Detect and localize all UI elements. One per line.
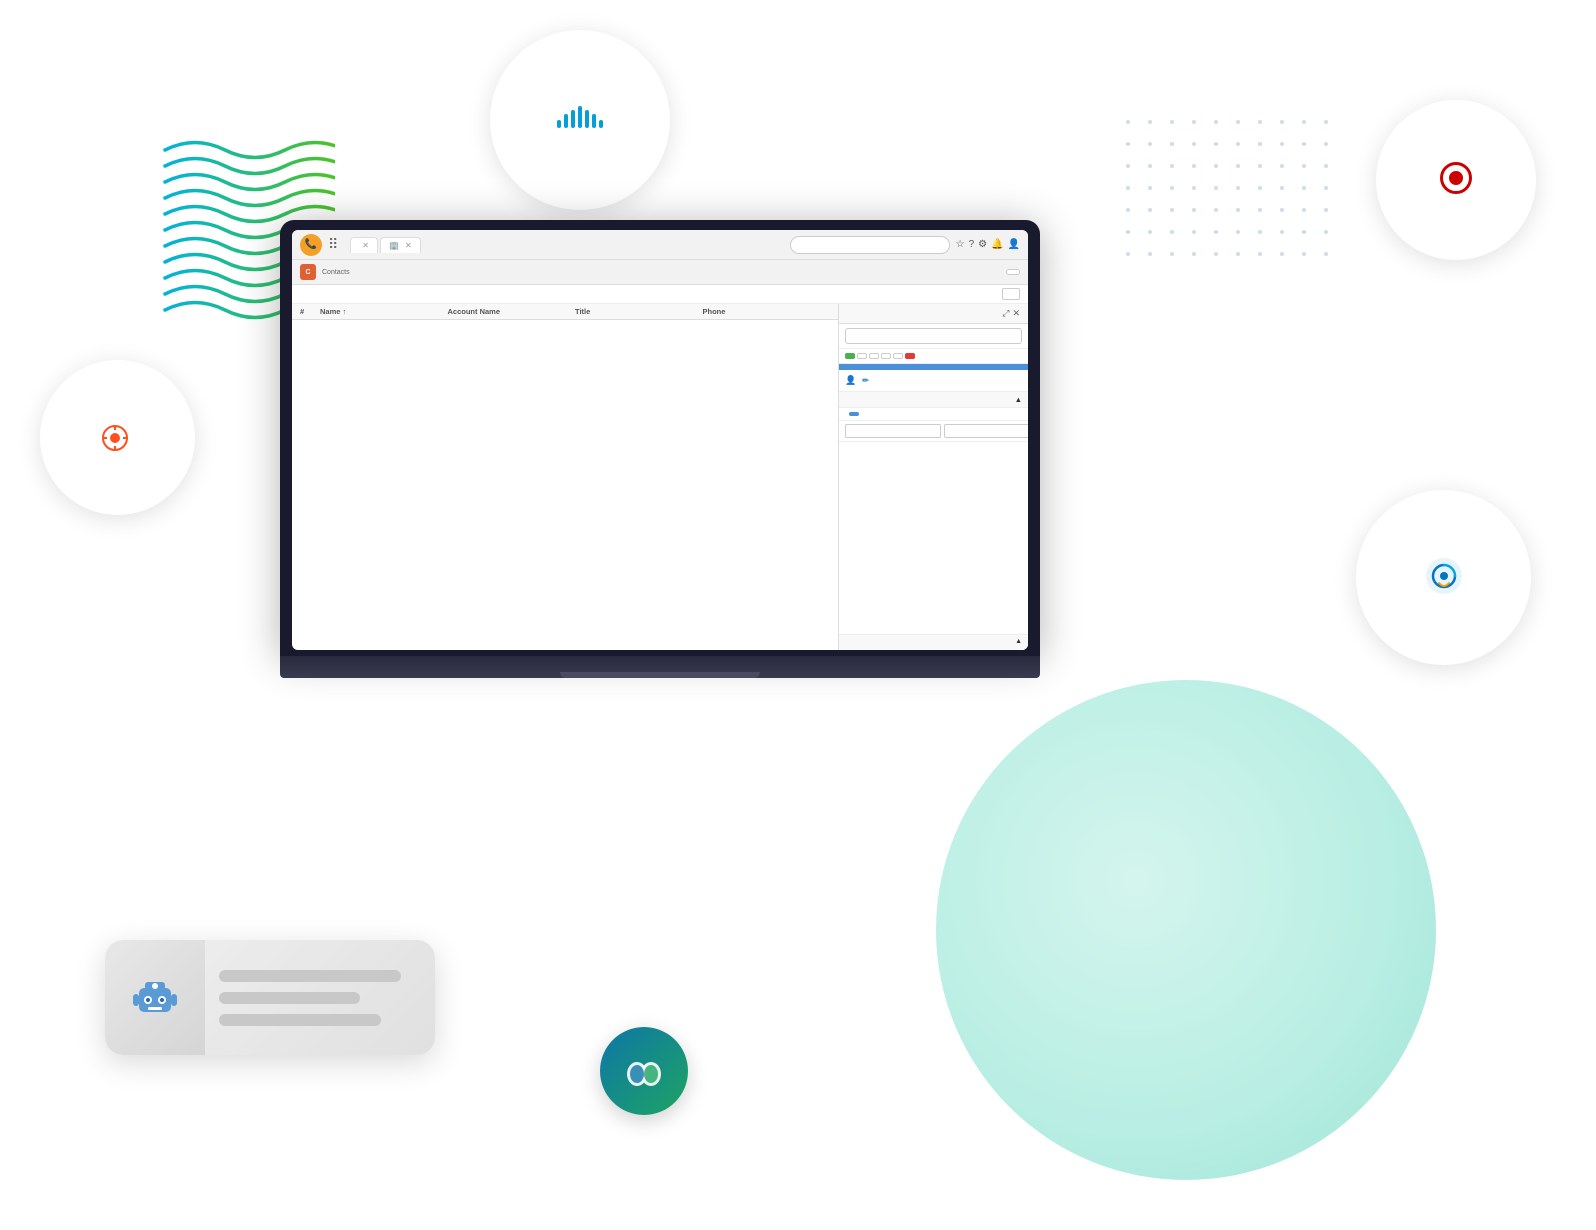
sf-star-icon[interactable]: ☆ xyxy=(956,239,965,250)
sf-settings-icon[interactable]: ⚙ xyxy=(978,239,987,250)
sf-bell-icon[interactable]: 🔔 xyxy=(991,239,1003,250)
cti-state-select[interactable] xyxy=(944,424,1028,438)
cti-agent-list xyxy=(839,442,1028,634)
cti-chevron-icon[interactable]: ▲ xyxy=(1015,395,1022,404)
sf-filter-row xyxy=(292,285,1028,304)
genesys-brand-circle xyxy=(40,360,195,515)
cti-queue-title: ▲ xyxy=(845,638,1022,645)
salesforce-ui: 📞 ⠿ ✕ 🏢 ✕ xyxy=(292,230,1028,650)
sf-tab-bar: ✕ 🏢 ✕ xyxy=(350,237,783,253)
laptop-base xyxy=(280,656,1040,678)
dots-decoration: const grid = document.querySelector('.do… xyxy=(1126,120,1346,300)
cti-golden-btn[interactable] xyxy=(881,353,891,359)
laptop-screen-frame: 📞 ⠿ ✕ 🏢 ✕ xyxy=(280,220,1040,656)
robot-line-3 xyxy=(219,1014,381,1026)
sf-inline-search[interactable] xyxy=(1002,288,1020,300)
sf-grid-icon: ⠿ xyxy=(328,236,338,253)
robot-line-1 xyxy=(219,970,401,982)
sf-table: # Name ↑ Account Name Title Phone xyxy=(292,304,838,650)
cti-expand-icon[interactable]: ⤢ xyxy=(1002,308,1009,319)
sf-col-name[interactable]: Name ↑ xyxy=(320,307,448,316)
robot-card-lines xyxy=(205,952,435,1044)
cti-transfer-btn[interactable] xyxy=(869,353,879,359)
sf-content-area: # Name ↑ Account Name Title Phone xyxy=(292,304,1028,650)
sf-tab-dickenson-icon: 🏢 xyxy=(389,241,399,250)
cti-agent-search-input[interactable] xyxy=(845,424,941,438)
sf-nav-icons: ☆ ? ⚙ 🔔 👤 xyxy=(956,239,1020,250)
sf-avatar-icon[interactable]: 👤 xyxy=(1008,239,1020,250)
sf-contacts-panel: # Name ↑ Account Name Title Phone xyxy=(292,304,838,650)
sf-breadcrumb: Contacts xyxy=(322,269,350,276)
sf-tab-dickenson-close[interactable]: ✕ xyxy=(405,241,412,250)
genesys-icon xyxy=(101,424,129,452)
sf-search-input[interactable] xyxy=(790,236,950,254)
cti-end-btn[interactable] xyxy=(905,353,915,359)
sf-tab-contacts-close[interactable]: ✕ xyxy=(362,241,369,250)
sf-col-phone[interactable]: Phone xyxy=(703,307,831,316)
scene: const grid = document.querySelector('.do… xyxy=(0,0,1596,1230)
sf-top-nav: 📞 ⠿ ✕ 🏢 ✕ xyxy=(292,230,1028,260)
cti-search xyxy=(839,324,1028,349)
sf-col-title[interactable]: Title xyxy=(575,307,703,316)
sf-tab-dickenson[interactable]: 🏢 ✕ xyxy=(380,237,421,253)
laptop: 📞 ⠿ ✕ 🏢 ✕ xyxy=(280,220,1040,678)
sf-cti-panel: ⤢ ✕ xyxy=(838,304,1028,650)
amazon-connect-icon xyxy=(1423,555,1465,597)
cti-contact-name: 👤 ✏ xyxy=(845,375,1022,386)
cti-consult-btn[interactable] xyxy=(857,353,867,359)
webex-badge xyxy=(600,1027,688,1115)
sf-help-icon[interactable]: ? xyxy=(969,239,975,250)
robot-icon-box xyxy=(105,940,205,1055)
sf-contacts-header: C Contacts xyxy=(292,260,1028,285)
cti-associate-btn[interactable] xyxy=(893,353,903,359)
robot-icon xyxy=(129,972,181,1024)
sf-new-button[interactable] xyxy=(1006,269,1020,275)
cti-header-icons: ⤢ ✕ xyxy=(1002,308,1020,319)
sf-tab-contacts[interactable]: ✕ xyxy=(350,237,378,253)
cti-team-filters xyxy=(839,408,1028,421)
cti-queue-section: ▲ xyxy=(839,634,1028,650)
sf-col-account[interactable]: Account Name xyxy=(448,307,576,316)
cti-close-icon[interactable]: ✕ xyxy=(1012,308,1020,319)
sf-phone-icon: 📞 xyxy=(300,234,322,256)
sf-col-num: # xyxy=(300,307,320,316)
cti-hold-btn[interactable] xyxy=(845,353,855,359)
laptop-screen: 📞 ⠿ ✕ 🏢 ✕ xyxy=(292,230,1028,650)
cti-agent-search-row xyxy=(839,421,1028,442)
sf-table-header: # Name ↑ Account Name Title Phone xyxy=(292,304,838,320)
cti-action-buttons xyxy=(839,349,1028,364)
cti-queue-chevron[interactable]: ▲ xyxy=(1015,638,1022,645)
cti-team-stats-title: ▲ xyxy=(839,392,1028,408)
cti-header: ⤢ ✕ xyxy=(839,304,1028,324)
cisco-brand-circle xyxy=(490,30,670,210)
cti-search-input[interactable] xyxy=(845,328,1022,344)
robot-card xyxy=(105,940,435,1055)
cti-contact-card: 👤 ✏ xyxy=(839,370,1028,392)
cti-view-stats-btn[interactable] xyxy=(849,412,859,416)
amazon-connect-brand-circle xyxy=(1356,490,1531,665)
sf-contacts-icon: C xyxy=(300,264,316,280)
robot-line-2 xyxy=(219,992,360,1004)
cti-contact-edit[interactable]: ✏ xyxy=(862,376,869,385)
avaya-brand-circle xyxy=(1376,100,1536,260)
teal-circle-decoration xyxy=(936,680,1436,1180)
